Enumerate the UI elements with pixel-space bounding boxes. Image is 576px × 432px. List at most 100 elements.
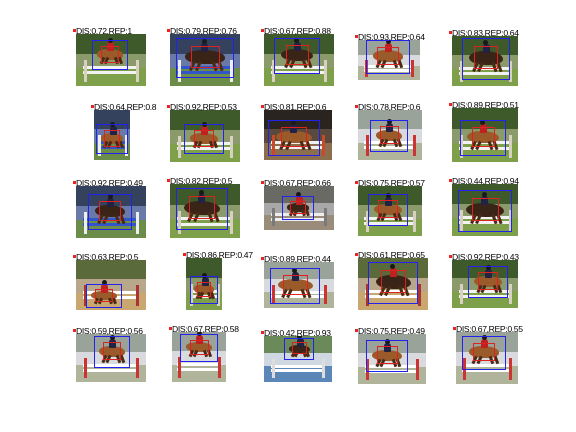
- detection-box-secondary: [95, 288, 113, 302]
- score-label: DIS:0.44,REP:0.94: [452, 176, 519, 186]
- detection-box-secondary: [281, 127, 307, 147]
- detection-box-secondary: [190, 46, 220, 68]
- score-label: DIS:0.81,REP:0.6: [264, 102, 327, 112]
- detection-box-secondary: [473, 342, 495, 362]
- marker-dot: [167, 29, 170, 32]
- thumbnail: DIS:0.42,REP:0.93: [261, 328, 332, 382]
- thumbnail: DIS:0.78,REP:0.6: [355, 102, 422, 160]
- score-label: DIS:0.83,REP:0.64: [452, 28, 519, 38]
- score-label: DIS:0.75,REP:0.57: [358, 178, 425, 188]
- thumbnail: DIS:0.64,REP:0.8: [91, 102, 157, 160]
- score-label: DIS:0.89,REP:0.44: [264, 254, 331, 264]
- thumbnail: DIS:0.63,REP:0.5: [73, 252, 146, 310]
- marker-dot: [261, 181, 264, 184]
- score-label: DIS:0.59,REP:0.56: [76, 326, 143, 336]
- score-label: DIS:0.79,REP:0.76: [170, 26, 237, 36]
- marker-dot: [73, 329, 76, 332]
- thumbnail: DIS:0.75,REP:0.49: [355, 326, 426, 384]
- score-label: DIS:0.63,REP:0.5: [76, 252, 139, 262]
- marker-dot: [449, 103, 452, 106]
- marker-dot: [261, 105, 264, 108]
- detection-box-secondary: [282, 275, 308, 295]
- detection-box-secondary: [291, 342, 307, 355]
- thumbnail: DIS:0.92,REP:0.53: [167, 102, 240, 162]
- thumbnail: DIS:0.79,REP:0.76: [167, 26, 240, 86]
- score-label: DIS:0.89,REP:0.51: [452, 100, 519, 110]
- marker-dot: [169, 327, 172, 330]
- marker-dot: [73, 181, 76, 184]
- marker-dot: [73, 255, 76, 258]
- score-label: DIS:0.78,REP:0.6: [358, 102, 421, 112]
- score-label: DIS:0.67,REP:0.88: [264, 26, 331, 36]
- detection-box-secondary: [474, 46, 498, 70]
- score-label: DIS:0.64,REP:0.8: [94, 102, 157, 112]
- detection-box-secondary: [103, 342, 121, 360]
- thumbnail: DIS:0.67,REP:0.58: [169, 324, 239, 382]
- marker-dot: [449, 179, 452, 182]
- detection-box-secondary: [379, 126, 399, 144]
- thumbnail: DIS:0.89,REP:0.51: [449, 100, 519, 162]
- score-label: DIS:0.67,REP:0.58: [172, 324, 239, 334]
- thumbnail: DIS:0.81,REP:0.6: [261, 102, 332, 160]
- thumbnail: DIS:0.82,REP:0.5: [167, 176, 240, 238]
- marker-dot: [355, 105, 358, 108]
- score-label: DIS:0.92,REP:0.53: [170, 102, 237, 112]
- thumbnail: DIS:0.86,REP:0.47: [183, 250, 253, 310]
- marker-dot: [355, 253, 358, 256]
- thumbnail: DIS:0.92,REP:0.49: [73, 178, 146, 238]
- marker-dot: [261, 331, 264, 334]
- score-label: DIS:0.61,REP:0.65: [358, 250, 425, 260]
- thumbnail: DIS:0.72,REP:1: [73, 26, 146, 86]
- thumbnail: DIS:0.44,REP:0.94: [449, 176, 519, 236]
- thumbnail: DIS:0.67,REP:0.88: [261, 26, 334, 86]
- detection-box-secondary: [478, 272, 498, 290]
- marker-dot: [91, 105, 94, 108]
- marker-dot: [453, 327, 456, 330]
- detection-box-secondary: [197, 281, 211, 297]
- thumbnail: DIS:0.89,REP:0.44: [261, 254, 334, 308]
- detection-box-secondary: [285, 45, 309, 65]
- detection-box-secondary: [194, 130, 214, 147]
- marker-dot: [73, 29, 76, 32]
- detection-box-secondary: [99, 201, 121, 221]
- score-label: DIS:0.75,REP:0.49: [358, 326, 425, 336]
- thumbnail-grid: DIS:0.72,REP:1 DIS:0.79,REP:0.76 DIS:0.67,…: [0, 0, 576, 432]
- detection-box-secondary: [378, 200, 398, 218]
- score-label: DIS:0.82,REP:0.5: [170, 176, 233, 186]
- thumbnail: DIS:0.67,REP:0.66: [261, 178, 334, 230]
- thumbnail: DIS:0.75,REP:0.57: [355, 178, 425, 236]
- marker-dot: [261, 257, 264, 260]
- detection-box-secondary: [189, 339, 209, 355]
- score-label: DIS:0.72,REP:1: [76, 26, 132, 36]
- thumbnail: DIS:0.83,REP:0.64: [449, 28, 519, 86]
- detection-box-secondary: [290, 200, 306, 214]
- thumbnail: DIS:0.61,REP:0.65: [355, 250, 428, 310]
- detection-box-secondary: [189, 196, 215, 220]
- score-label: DIS:0.92,REP:0.43: [452, 252, 519, 262]
- marker-dot: [261, 29, 264, 32]
- marker-dot: [183, 253, 186, 256]
- score-label: DIS:0.67,REP:0.66: [264, 178, 331, 188]
- marker-dot: [355, 329, 358, 332]
- thumbnail: DIS:0.92,REP:0.43: [449, 252, 519, 308]
- detection-box-secondary: [380, 270, 406, 294]
- score-label: DIS:0.93,REP:0.64: [358, 32, 425, 42]
- detection-box-secondary: [471, 127, 495, 147]
- marker-dot: [449, 31, 452, 34]
- marker-dot: [449, 255, 452, 258]
- detection-box-secondary: [376, 346, 398, 364]
- detection-box-secondary: [104, 130, 120, 147]
- marker-dot: [355, 181, 358, 184]
- score-label: DIS:0.86,REP:0.47: [186, 250, 253, 260]
- thumbnail: DIS:0.93,REP:0.64: [355, 32, 425, 80]
- marker-dot: [167, 179, 170, 182]
- score-label: DIS:0.42,REP:0.93: [264, 328, 331, 338]
- detection-box-secondary: [377, 46, 399, 66]
- score-label: DIS:0.67,REP:0.55: [456, 324, 523, 334]
- thumbnail: DIS:0.67,REP:0.55: [453, 324, 523, 384]
- score-label: DIS:0.92,REP:0.49: [76, 178, 143, 188]
- thumbnail: DIS:0.59,REP:0.56: [73, 326, 146, 382]
- detection-box-secondary: [101, 46, 119, 63]
- marker-dot: [167, 105, 170, 108]
- detection-box-secondary: [471, 198, 499, 222]
